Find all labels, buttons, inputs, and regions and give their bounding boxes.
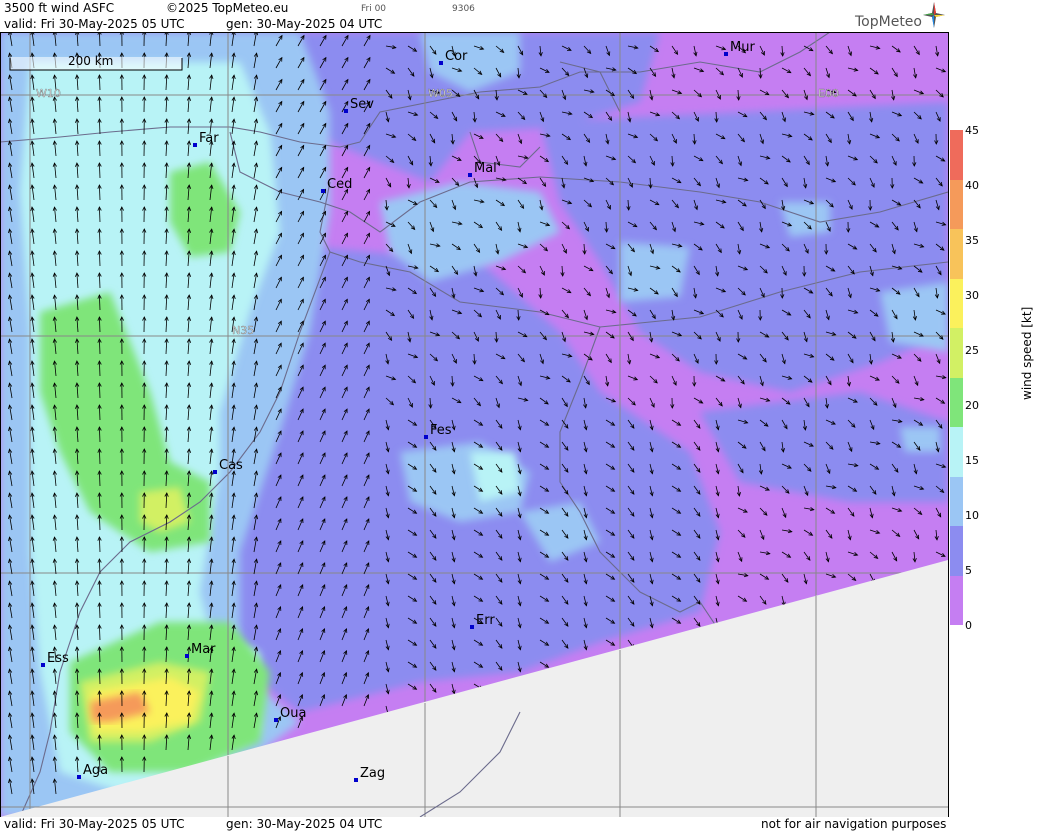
wind-speed-colorbar [950, 130, 963, 625]
generated-time: gen: 30-May-2025 04 UTC [226, 17, 383, 31]
colorbar-tick-label: 35 [965, 234, 979, 247]
colorbar-tick-label: 30 [965, 289, 979, 302]
header-bar: 3500 ft wind ASFC ©2025 TopMeteo.eu Fri … [0, 0, 948, 32]
city-label: Mur [730, 40, 755, 55]
day-code: Fri 00 [361, 4, 387, 14]
colorbar-segment [950, 328, 963, 378]
colorbar-segment [950, 476, 963, 526]
city-marker [41, 663, 45, 667]
city-label: Aga [83, 763, 108, 778]
colorbar-segment [950, 377, 963, 427]
disclaimer-text: not for air navigation purposes [761, 817, 947, 831]
colorbar-segment [950, 427, 963, 477]
city-marker [724, 52, 728, 56]
wind-map[interactable]: 200 km W10 W05 E00 N35 Cor Mur Sev Far Ced Ma… [0, 32, 948, 817]
footer-bar: valid: Fri 30-May-2025 05 UTC gen: 30-Ma… [0, 817, 1039, 832]
city-label: Err [476, 613, 495, 628]
city-label: Ess [47, 651, 69, 666]
city-marker [468, 173, 472, 177]
city-label: Fes [430, 423, 452, 438]
city-marker [77, 775, 81, 779]
city-label: Mal [474, 161, 497, 176]
colorbar-segment [950, 229, 963, 279]
compass-star-icon [923, 2, 945, 28]
city-label: Cor [445, 49, 468, 64]
grid-label-w10: W10 [36, 87, 61, 100]
city-marker [424, 435, 428, 439]
city-marker [321, 189, 325, 193]
colorbar-tick-label: 25 [965, 344, 979, 357]
colorbar-tick-label: 5 [965, 564, 972, 577]
valid-time: valid: Fri 30-May-2025 05 UTC [4, 17, 185, 31]
chart-code: 9306 [452, 4, 475, 14]
city-marker [274, 718, 278, 722]
city-marker [193, 143, 197, 147]
city-label: Cas [219, 458, 243, 473]
grid-label-e00: E00 [818, 87, 839, 100]
city-label: Oua [280, 706, 306, 721]
city-label: Ced [327, 177, 352, 192]
scale-bar-label: 200 km [68, 54, 113, 68]
colorbar-segment [950, 179, 963, 229]
colorbar-tick-label: 0 [965, 619, 972, 632]
city-label: Zag [360, 766, 385, 781]
colorbar-tick-label: 20 [965, 399, 979, 412]
topmeteo-logo-text: TopMeteo [855, 14, 922, 30]
colorbar-segment [950, 575, 963, 625]
city-label: Mar [191, 642, 216, 657]
copyright-text: ©2025 TopMeteo.eu [166, 1, 289, 15]
city-marker [470, 625, 474, 629]
grid-label-n35: N35 [232, 324, 254, 337]
colorbar-segment [950, 278, 963, 328]
colorbar-tick-label: 45 [965, 124, 979, 137]
city-label: Far [199, 131, 219, 146]
map-title: 3500 ft wind ASFC [4, 1, 115, 15]
city-marker [439, 61, 443, 65]
colorbar-segment [950, 130, 963, 180]
city-marker [354, 778, 358, 782]
colorbar-tick-label: 15 [965, 454, 979, 467]
colorbar-title: wind speed [kt] [1020, 306, 1034, 400]
footer-valid-time: valid: Fri 30-May-2025 05 UTC [4, 817, 185, 831]
wind-map-canvas: 200 km W10 W05 E00 N35 Cor Mur Sev Far Ced Ma… [0, 32, 948, 817]
city-marker [344, 109, 348, 113]
city-marker [213, 470, 217, 474]
grid-label-w05: W05 [428, 87, 453, 100]
colorbar-tick-label: 40 [965, 179, 979, 192]
city-marker [185, 654, 189, 658]
colorbar-segment [950, 526, 963, 576]
colorbar-tick-label: 10 [965, 509, 979, 522]
footer-generated-time: gen: 30-May-2025 04 UTC [226, 817, 383, 831]
city-label: Sev [350, 97, 374, 112]
